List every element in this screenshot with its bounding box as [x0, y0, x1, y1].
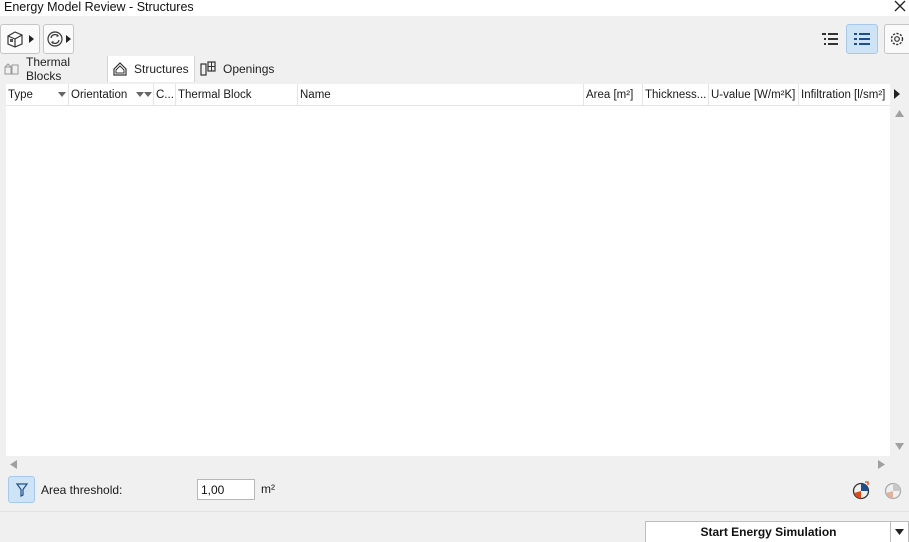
tree-list-view-button[interactable]: [816, 24, 844, 54]
close-icon[interactable]: [893, 0, 907, 13]
header-scroll-right-icon[interactable]: [894, 89, 900, 99]
start-energy-simulation-label: Start Energy Simulation: [700, 525, 837, 539]
tab-label: Openings: [223, 62, 275, 76]
tab-thermal-blocks[interactable]: Thermal Blocks: [0, 55, 107, 83]
refresh-model-button[interactable]: [43, 24, 74, 54]
scroll-up-icon[interactable]: [895, 110, 904, 117]
column-header-thickness[interactable]: Thickness...: [643, 84, 709, 106]
vertical-scrollbar[interactable]: [890, 106, 909, 456]
energy-report-icon[interactable]: [883, 480, 903, 500]
menu-arrow-icon: [29, 35, 34, 43]
column-header-thermal-block[interactable]: Thermal Block: [176, 84, 298, 106]
structures-table: Type Orientation C... Thermal Block Name…: [6, 84, 890, 456]
footer-divider: [0, 511, 909, 512]
menu-arrow-icon: [66, 35, 71, 43]
gear-icon: [888, 30, 906, 48]
chevron-down-icon: [895, 529, 904, 535]
openings-icon: [199, 61, 217, 77]
energy-evaluation-icon[interactable]: [852, 480, 872, 500]
column-header-type[interactable]: Type: [6, 84, 69, 106]
window-title: Energy Model Review - Structures: [4, 0, 194, 14]
toolbar: [0, 22, 909, 56]
scroll-right-icon[interactable]: [878, 460, 885, 469]
building-model-button[interactable]: [0, 24, 40, 54]
refresh-cycle-icon: [46, 30, 64, 48]
tab-openings[interactable]: Openings: [195, 56, 277, 82]
flat-list-view-icon: [853, 31, 871, 47]
sort-arrow-icon: [58, 92, 66, 97]
tab-bar: Thermal Blocks Structures Openings: [0, 55, 909, 83]
horizontal-scrollbar[interactable]: [0, 456, 909, 472]
area-threshold-label: Area threshold:: [41, 483, 123, 497]
column-header-infiltration[interactable]: Infiltration [l/sm²]: [799, 84, 890, 106]
area-threshold-unit: m²: [261, 482, 275, 496]
start-energy-simulation-button[interactable]: Start Energy Simulation: [645, 521, 909, 542]
column-header-c[interactable]: C...: [154, 84, 176, 106]
sort-arrow-icon: [144, 92, 152, 97]
building-model-icon: [6, 30, 26, 48]
sort-arrow-icon: [136, 92, 144, 97]
title-bar: Energy Model Review - Structures: [0, 0, 909, 16]
column-header-area[interactable]: Area [m²]: [584, 84, 643, 106]
tree-list-view-icon: [821, 31, 839, 47]
table-header: Type Orientation C... Thermal Block Name…: [6, 84, 890, 106]
scroll-left-icon[interactable]: [10, 460, 17, 469]
funnel-filter-icon: [15, 482, 28, 497]
column-header-name[interactable]: Name: [298, 84, 584, 106]
tab-structures[interactable]: Structures: [107, 56, 195, 82]
thermal-blocks-icon: [4, 62, 20, 76]
simulation-dropdown-button[interactable]: [890, 522, 908, 542]
filter-toggle-button[interactable]: [8, 476, 35, 503]
flat-list-view-button[interactable]: [846, 24, 878, 54]
area-threshold-input[interactable]: [197, 479, 255, 500]
column-header-orientation[interactable]: Orientation: [69, 84, 154, 106]
tab-label: Thermal Blocks: [26, 55, 71, 83]
tab-label: Structures: [134, 62, 189, 76]
house-outline-icon: [112, 61, 128, 77]
scroll-down-icon[interactable]: [895, 443, 904, 450]
column-header-u-value[interactable]: U-value [W/m²K]: [709, 84, 799, 106]
settings-button[interactable]: [884, 24, 909, 54]
filter-footer: Area threshold: m²: [0, 474, 909, 506]
